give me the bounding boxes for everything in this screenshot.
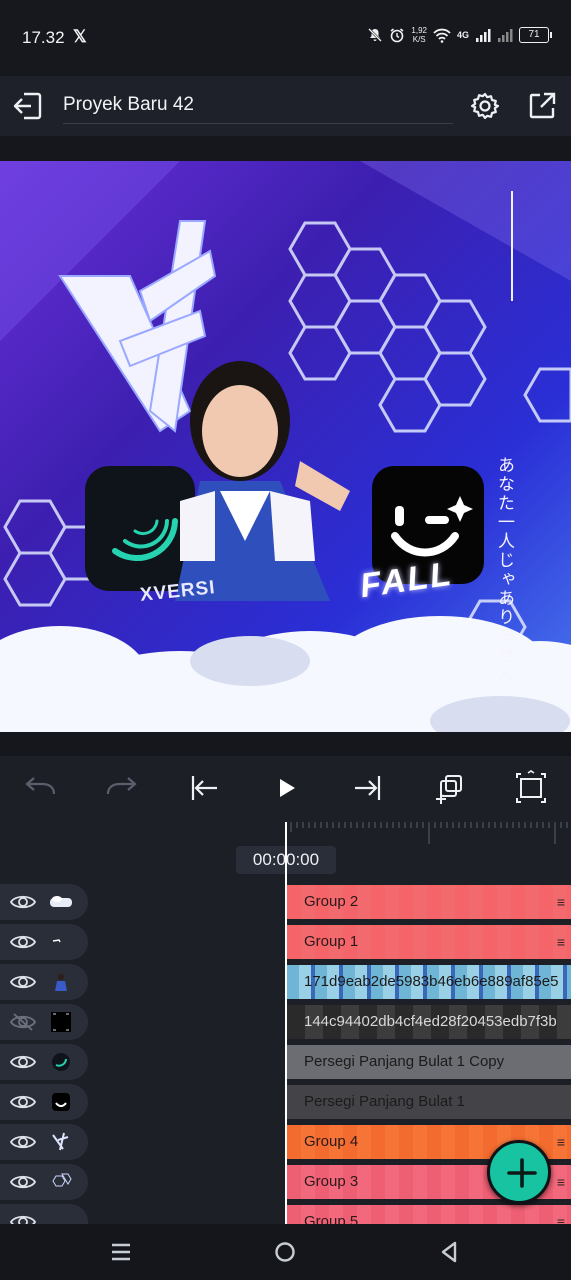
export-button[interactable] [527, 91, 557, 121]
xversi-logo-thumb-icon [52, 1132, 69, 1151]
layer-control[interactable] [0, 1004, 88, 1040]
eye-icon[interactable] [10, 1132, 36, 1152]
track-label: Group 4 [304, 1133, 359, 1150]
track-label: 171d9eab2de5983b46eb6e889af85e5 [304, 973, 559, 990]
layer-control[interactable] [0, 1164, 88, 1200]
keyframe-add-icon [436, 775, 462, 804]
network-type: 4G [456, 30, 469, 40]
canvas-area[interactable]: XVERSI FALL あなた一人じゃありません [0, 136, 571, 756]
x-app-icon: 𝕏 [73, 27, 87, 46]
skip-end-icon [355, 776, 381, 800]
menu-icon [112, 1243, 130, 1261]
video-preview[interactable]: XVERSI FALL あなた一人じゃありません [0, 161, 571, 732]
time-ruler[interactable] [287, 822, 571, 844]
track-clip[interactable]: 144c94402db4cf4ed28f20453edb7f3b [287, 1005, 571, 1039]
skip-start-icon [191, 776, 217, 800]
undo-button[interactable] [22, 770, 58, 806]
track-clip[interactable]: Persegi Panjang Bulat 1 [287, 1085, 571, 1119]
layer-control[interactable] [0, 1084, 88, 1120]
mute-icon [368, 28, 383, 42]
japanese-text: あなた一人じゃありません [495, 456, 514, 684]
eye-hidden-icon[interactable] [10, 1012, 36, 1032]
exit-icon [13, 92, 42, 120]
wifi-icon [433, 28, 451, 43]
recent-apps-button[interactable] [107, 1238, 135, 1266]
back-button[interactable] [435, 1238, 463, 1266]
add-keyframe-button[interactable] [432, 770, 468, 806]
jump-to-end-button[interactable] [350, 770, 386, 806]
eye-icon[interactable] [10, 1052, 36, 1072]
track-label: Group 3 [304, 1173, 359, 1190]
signal-icon-2 [498, 29, 513, 42]
alight-logo-thumb-icon [52, 1053, 70, 1071]
layer-control[interactable] [0, 1124, 88, 1160]
project-title-input[interactable]: Proyek Baru 42 [63, 94, 453, 124]
plus-icon [507, 1158, 537, 1188]
exit-button[interactable] [12, 90, 44, 122]
smile-logo-thumb-icon [52, 1093, 70, 1111]
settings-button[interactable] [470, 91, 500, 121]
battery-indicator: 71 [519, 27, 552, 43]
drag-handle-icon[interactable]: ≡ [557, 1174, 565, 1190]
export-icon [529, 92, 556, 119]
girl-thumb-icon [55, 974, 67, 991]
layer-control[interactable] [0, 964, 88, 1000]
track-clip[interactable]: 171d9eab2de5983b46eb6e889af85e5 [287, 965, 571, 999]
layer-control[interactable] [0, 884, 88, 920]
add-layer-button[interactable] [487, 1140, 551, 1204]
drag-handle-icon[interactable]: ≡ [557, 1214, 565, 1224]
track-clip[interactable]: Group 5 ≡ [287, 1205, 571, 1224]
timeline[interactable]: 00:00:00 Group 2 ≡ Group 1 ≡ 171d9eab2de… [0, 822, 571, 1224]
alarm-icon [390, 28, 404, 43]
network-speed: 1,92 K/S [411, 26, 427, 44]
small-white-thumb-icon [52, 939, 61, 943]
home-button[interactable] [271, 1238, 299, 1266]
playback-controls [0, 756, 571, 822]
drag-handle-icon[interactable]: ≡ [557, 894, 565, 910]
status-icons: 1,92 K/S 4G 71 [367, 26, 552, 44]
track-label: Group 2 [304, 893, 359, 910]
layer-control[interactable] [0, 1044, 88, 1080]
eye-icon[interactable] [10, 932, 36, 952]
redo-icon [106, 777, 137, 795]
eye-icon[interactable] [10, 892, 36, 912]
undo-icon [25, 777, 56, 795]
fullscreen-icon [516, 770, 546, 803]
drag-handle-icon[interactable]: ≡ [557, 934, 565, 950]
track-clip[interactable]: Group 2 ≡ [287, 885, 571, 919]
eye-icon[interactable] [10, 1212, 36, 1224]
track-clip[interactable]: Group 1 ≡ [287, 925, 571, 959]
eye-icon[interactable] [10, 1092, 36, 1112]
track-label: 144c94402db4cf4ed28f20453edb7f3b [304, 1013, 557, 1030]
play-icon [280, 779, 295, 797]
app-bar: Proyek Baru 42 [0, 76, 571, 136]
clouds-thumb-icon [50, 896, 72, 907]
system-nav-bar [0, 1224, 571, 1280]
track-clip[interactable]: Persegi Panjang Bulat 1 Copy [287, 1045, 571, 1079]
back-triangle-icon [441, 1241, 457, 1263]
playhead[interactable] [285, 822, 287, 1224]
status-time: 17.32 [22, 28, 65, 47]
track-label: Persegi Panjang Bulat 1 Copy [304, 1053, 505, 1070]
hex-thumb-icon [52, 1173, 72, 1187]
status-bar: 17.32 𝕏 1,92 K/S 4G 71 [0, 0, 571, 76]
eye-icon[interactable] [10, 972, 36, 992]
home-circle-icon [275, 1242, 295, 1262]
jump-to-start-button[interactable] [186, 770, 222, 806]
redo-button[interactable] [104, 770, 140, 806]
signal-icon [476, 29, 491, 42]
play-button[interactable] [268, 770, 304, 806]
gear-icon [470, 92, 500, 120]
frame-thumb-icon [51, 1012, 71, 1032]
track-label: Group 1 [304, 933, 359, 950]
track-label: Group 5 [304, 1213, 359, 1224]
layer-control[interactable] [0, 924, 88, 960]
drag-handle-icon[interactable]: ≡ [557, 1134, 565, 1150]
layer-control[interactable] [0, 1204, 88, 1224]
fullscreen-button[interactable] [513, 770, 549, 806]
track-label: Persegi Panjang Bulat 1 [304, 1093, 465, 1110]
eye-icon[interactable] [10, 1172, 36, 1192]
